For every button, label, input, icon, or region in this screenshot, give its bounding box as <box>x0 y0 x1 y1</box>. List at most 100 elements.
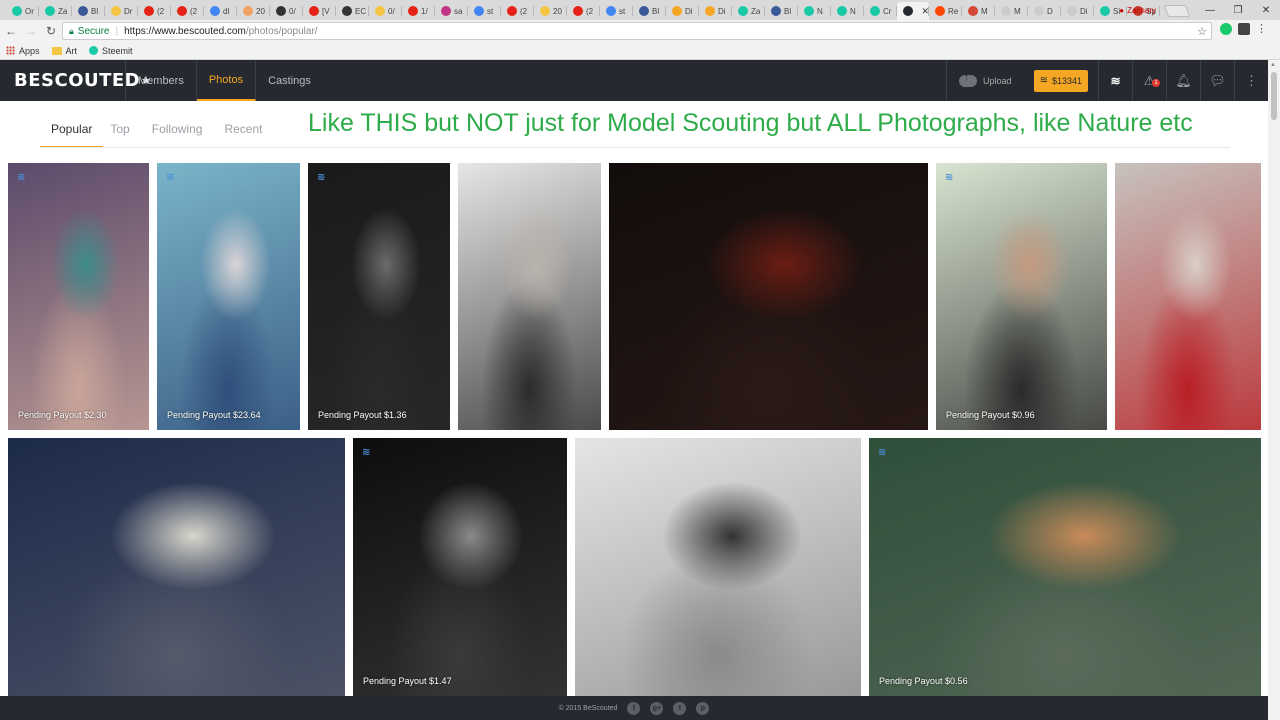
steem-account-icon[interactable]: ≋ <box>1098 60 1132 101</box>
tab-favicon-icon <box>639 6 649 16</box>
pinterest-icon[interactable]: p <box>696 701 710 715</box>
tab-title: Dr <box>124 6 133 16</box>
browser-tab[interactable]: st <box>468 2 501 20</box>
browser-tab[interactable]: N <box>798 2 831 20</box>
page-scrollbar[interactable]: ▲ <box>1268 60 1280 720</box>
tab-favicon-icon <box>606 6 616 16</box>
extension-shield-icon[interactable] <box>1220 22 1232 35</box>
browser-tab[interactable]: Bl <box>72 2 105 20</box>
browser-tab[interactable]: (2 <box>138 2 171 20</box>
nav-photos[interactable]: Photos <box>196 60 257 101</box>
browser-tab[interactable]: Or <box>6 2 39 20</box>
photo-card[interactable]: ≋ Pending Payout $0.56 <box>869 438 1261 696</box>
browser-tab[interactable]: st <box>600 2 633 20</box>
browser-tab[interactable]: [V <box>303 2 336 20</box>
profile-button[interactable]: ● Zachary <box>1119 6 1156 15</box>
browser-tab[interactable]: M <box>995 2 1028 20</box>
tab-title: D <box>1047 6 1053 16</box>
close-window-button[interactable]: ✕ <box>1252 5 1280 16</box>
back-button[interactable]: ← <box>2 24 20 38</box>
tab-title: Cr <box>883 6 892 16</box>
site-logo[interactable]: BESCOUTED ★ <box>0 60 151 101</box>
photo-card[interactable]: ≋ Pending Payout $0.96 <box>936 163 1107 430</box>
browser-tab[interactable]: Re <box>929 2 962 20</box>
browser-tab[interactable]: Dr <box>105 2 138 20</box>
steemit-icon <box>89 46 99 55</box>
browser-tab[interactable]: Bl <box>633 2 666 20</box>
browser-tab[interactable]: N <box>831 2 864 20</box>
browser-tab[interactable]: EC <box>336 2 369 20</box>
reload-button[interactable]: ↻ <box>42 24 60 38</box>
nav-members[interactable]: Members <box>126 60 197 101</box>
pending-payout: Pending Payout $0.56 <box>879 676 968 686</box>
minimize-button[interactable]: — <box>1196 5 1224 16</box>
google-plus-icon[interactable]: g+ <box>650 701 664 715</box>
photo-card[interactable] <box>575 438 861 696</box>
browser-tab[interactable]: 20 <box>534 2 567 20</box>
photo-card[interactable]: ≋ Pending Payout $2.30 <box>8 163 149 430</box>
photo-card[interactable] <box>8 438 345 696</box>
browser-tab[interactable]: (2 <box>501 2 534 20</box>
tab-popular[interactable]: Popular <box>40 112 104 148</box>
photo-card[interactable]: ≋ Pending Payout $1.36 <box>308 163 450 430</box>
browser-tab[interactable]: Za <box>732 2 765 20</box>
site-header: BESCOUTED★ Members Photos Castings Uploa… <box>0 60 1268 101</box>
address-bar[interactable]: 🔒︎ Secure | https://www.bescouted.com/ph… <box>62 22 1212 40</box>
photo-card[interactable]: ≋ Pending Payout $23.64 <box>157 163 300 430</box>
alert-icon[interactable]: ⚠ 1 <box>1132 60 1166 101</box>
forward-button[interactable]: → <box>22 24 40 38</box>
browser-tab[interactable]: sa <box>435 2 468 20</box>
photo-card[interactable] <box>458 163 601 430</box>
browser-tab[interactable]: D <box>1028 2 1061 20</box>
nav-castings[interactable]: Castings <box>256 60 323 101</box>
bookmark-apps[interactable]: Apps <box>6 46 40 56</box>
photo-card[interactable] <box>1115 163 1261 430</box>
browser-tab[interactable]: Bl <box>765 2 798 20</box>
alert-badge: 1 <box>1152 79 1160 87</box>
scroll-thumb[interactable] <box>1271 72 1277 120</box>
browser-tab[interactable]: ✕ <box>897 2 929 20</box>
tab-title: sa <box>454 6 463 16</box>
tab-title: Bl <box>652 6 660 16</box>
more-menu-icon[interactable]: ⋮ <box>1234 60 1268 101</box>
tab-title: Za <box>58 6 68 16</box>
tab-title: M <box>1014 6 1021 16</box>
tab-top[interactable]: Top <box>110 112 129 148</box>
browser-tab[interactable]: Di <box>1061 2 1094 20</box>
close-tab-icon[interactable]: ✕ <box>921 6 929 17</box>
browser-tab[interactable]: 20 <box>237 2 270 20</box>
browser-tab[interactable]: Cr <box>864 2 897 20</box>
facebook-icon[interactable]: f <box>627 701 641 715</box>
tab-favicon-icon <box>705 6 715 16</box>
tab-favicon-icon <box>968 6 978 16</box>
scroll-up-arrow[interactable]: ▲ <box>1270 62 1276 68</box>
tab-following[interactable]: Following <box>152 112 203 148</box>
photo-card[interactable] <box>609 163 928 430</box>
wallet-balance[interactable]: ≋ $13341 <box>1033 69 1088 92</box>
browser-tab[interactable]: Di <box>699 2 732 20</box>
browser-menu-icon[interactable]: ⋮ <box>1256 22 1267 35</box>
browser-tab[interactable]: Za <box>39 2 72 20</box>
bookmark-star-icon[interactable]: ☆ <box>1197 25 1207 38</box>
browser-tab[interactable]: (2 <box>171 2 204 20</box>
browser-tab[interactable]: dl <box>204 2 237 20</box>
browser-tab[interactable]: M <box>962 2 995 20</box>
browser-tab[interactable]: (2 <box>567 2 600 20</box>
bell-icon[interactable]: 🔔︎ <box>1166 60 1200 101</box>
chat-icon[interactable]: 💬︎ <box>1200 60 1234 101</box>
browser-tab[interactable]: 0/ <box>270 2 303 20</box>
tab-title: Bl <box>91 6 99 16</box>
extension-icon[interactable] <box>1238 22 1250 35</box>
upload-button[interactable]: Upload <box>946 60 1024 101</box>
bookmark-art[interactable]: Art <box>51 46 77 56</box>
twitter-icon[interactable]: t <box>673 701 687 715</box>
browser-tab[interactable]: 0/ <box>369 2 402 20</box>
browser-tab[interactable]: Di <box>666 2 699 20</box>
site-footer: © 2015 BeScouted f g+ t p <box>0 696 1268 720</box>
bookmark-steemit[interactable]: Steemit <box>89 46 133 56</box>
photo-card[interactable]: ≋ Pending Payout $1.47 <box>353 438 567 696</box>
tab-title: (2 <box>586 6 594 16</box>
browser-tab[interactable]: 1/ <box>402 2 435 20</box>
tab-recent[interactable]: Recent <box>224 112 262 148</box>
maximize-button[interactable]: ❐ <box>1224 5 1252 16</box>
